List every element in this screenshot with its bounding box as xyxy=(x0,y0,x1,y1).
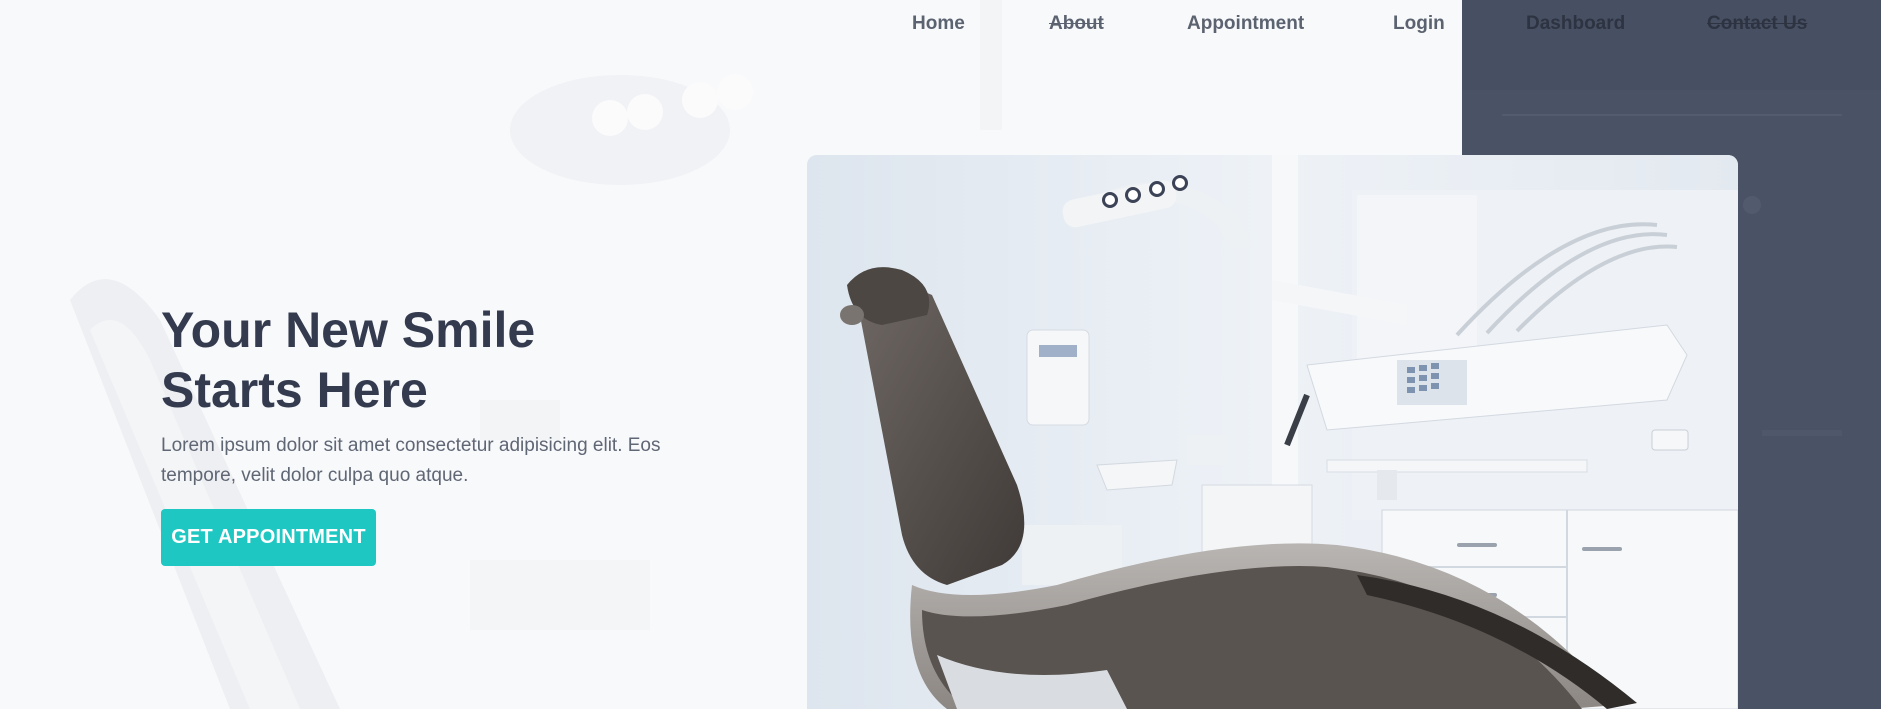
get-appointment-button[interactable]: GET APPOINTMENT xyxy=(161,509,376,566)
main-nav: Home About Appointment Login Dashboard C… xyxy=(0,0,1881,50)
nav-appointment[interactable]: Appointment xyxy=(1187,13,1304,35)
nav-about[interactable]: About xyxy=(1049,13,1104,35)
nav-contact-us[interactable]: Contact Us xyxy=(1707,13,1807,35)
hero-title-line2: Starts Here xyxy=(161,362,428,418)
dental-chair-photo xyxy=(807,155,1738,709)
nav-home[interactable]: Home xyxy=(912,13,965,35)
hero-description: Lorem ipsum dolor sit amet consectetur a… xyxy=(161,435,661,486)
hero-title-line1: Your New Smile xyxy=(161,302,536,358)
hero-title: Your New Smile Starts Here xyxy=(161,300,721,420)
hero-photo xyxy=(807,155,1738,709)
nav-login[interactable]: Login xyxy=(1393,13,1445,35)
nav-dashboard[interactable]: Dashboard xyxy=(1526,13,1625,35)
